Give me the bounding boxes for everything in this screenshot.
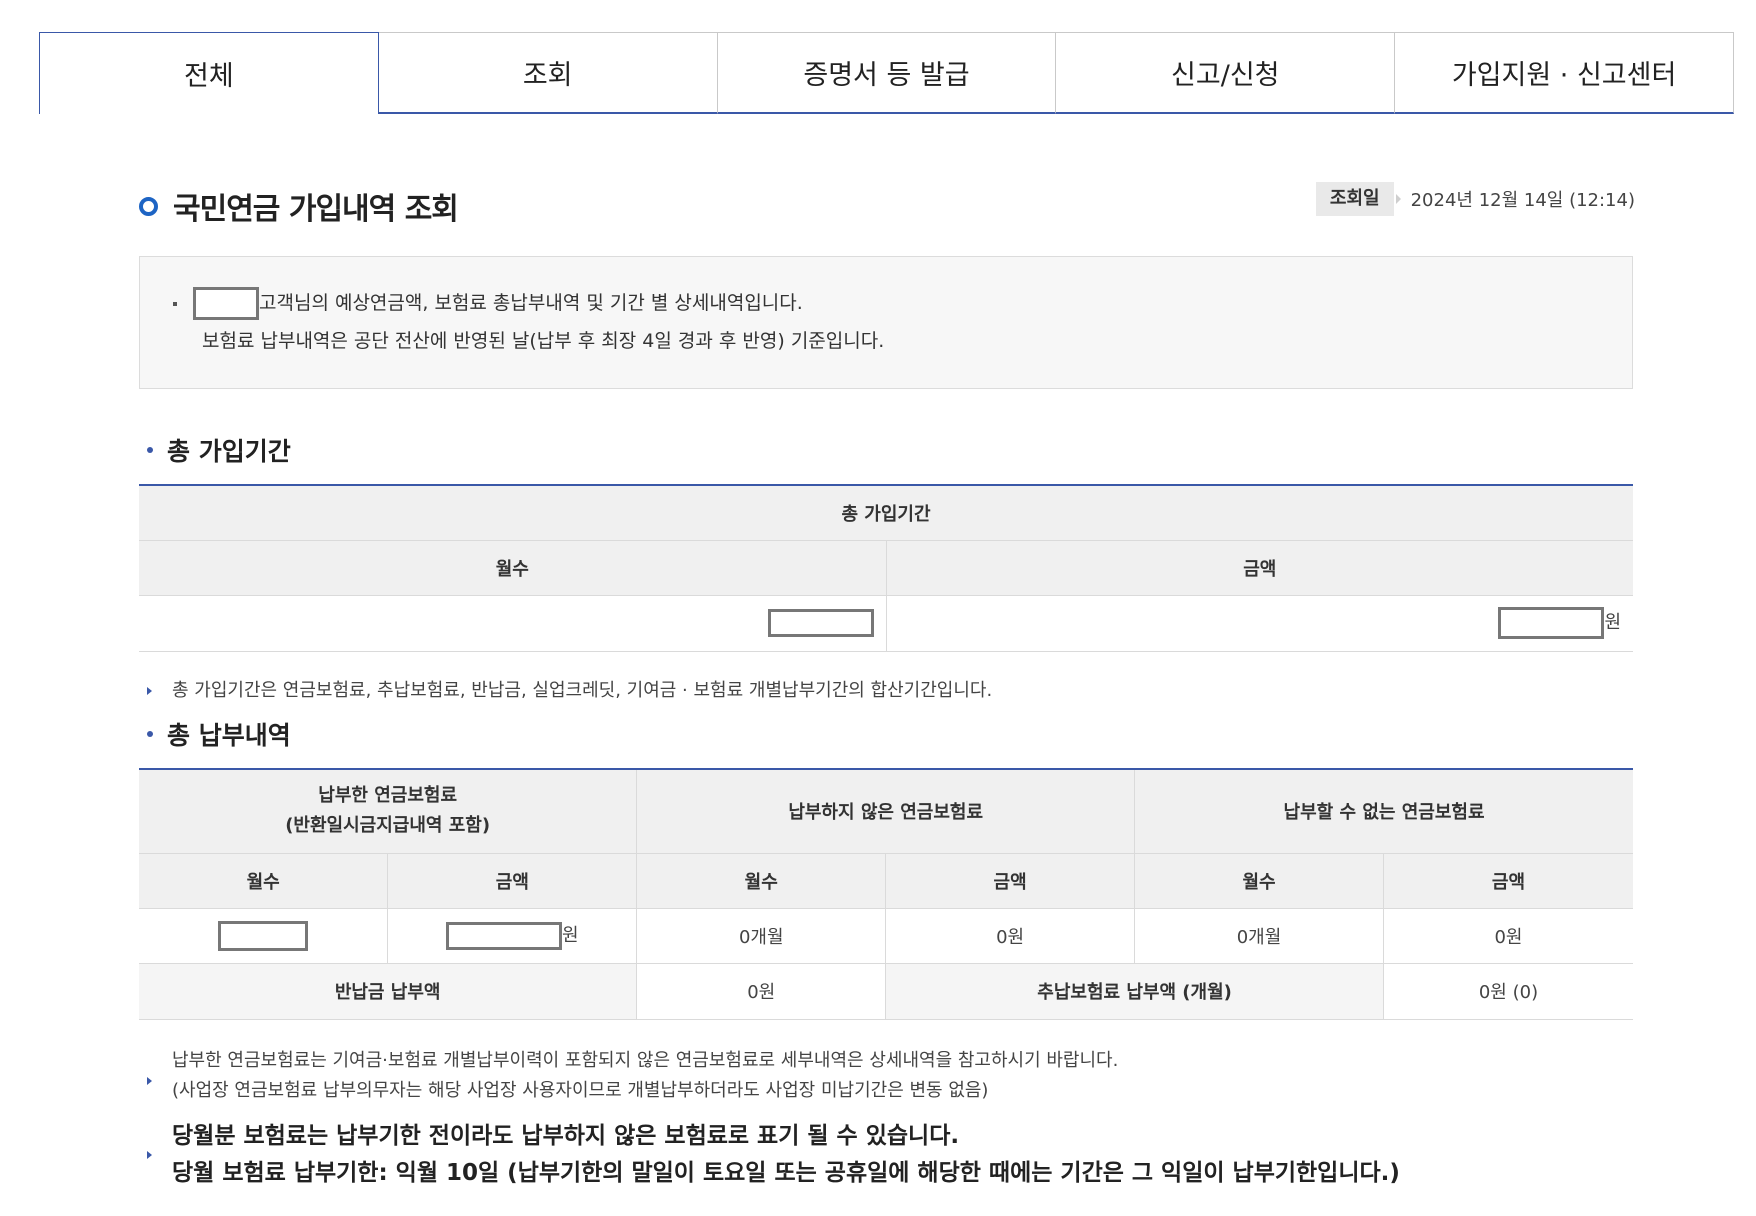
- note-due-date: 당월분 보험료는 납부기한 전이라도 납부하지 않은 보험료로 표기 될 수 있…: [147, 1118, 1400, 1192]
- col-amount: 금액: [1383, 853, 1633, 909]
- bullet-dot-icon: [173, 302, 177, 306]
- section-title: 총 납부내역: [167, 721, 291, 750]
- late-payment-value: 0원 (0): [1383, 963, 1633, 1020]
- table-title: 총 가입기간: [139, 485, 1633, 541]
- redacted-paid-months: [218, 920, 309, 951]
- col-months: 월수: [139, 853, 389, 909]
- refund-value: 0원: [636, 963, 887, 1020]
- note1-line2: (사업장 연금보험료 납부의무자는 해당 사업장 사용자이므로 개별납부하더라도…: [172, 1080, 989, 1101]
- page-title-wrap: 국민연금 가입내역 조회: [139, 184, 459, 228]
- total-period-table: 총 가입기간 월수 금액 원: [139, 484, 1633, 652]
- total-payment-table: 납부한 연금보험료 (반환일시금지급내역 포함) 납부하지 않은 연금보험료 납…: [139, 768, 1633, 1020]
- col-amount: 금액: [885, 853, 1136, 909]
- paid-amount: 원: [387, 908, 638, 964]
- group-paid-line1: 납부한 연금보험료: [318, 785, 458, 807]
- info-box: 고객님의 예상연금액, 보험료 총납부내역 및 기간 별 상세내역입니다. 보험…: [139, 256, 1633, 389]
- unpaid-months: 0개월: [636, 908, 887, 964]
- note2-line2: 당월 보험료 납부기한: 익월 10일 (납부기한의 말일이 토요일 또는 공휴…: [172, 1160, 1400, 1186]
- arrow-right-icon: [147, 687, 152, 695]
- section-total-payment-heading: 총 납부내역: [147, 716, 291, 752]
- redacted-paid-amount: [446, 922, 563, 950]
- amount-unit: 원: [1604, 612, 1621, 633]
- col-months: 월수: [636, 853, 887, 909]
- group-paid: 납부한 연금보험료 (반환일시금지급내역 포함): [139, 769, 638, 854]
- main-tabs: 전체 조회 증명서 등 발급 신고/신청 가입지원 · 신고센터: [39, 32, 1734, 114]
- redacted-name: [193, 287, 259, 320]
- cannot-pay-amount: 0원: [1383, 908, 1633, 964]
- circle-bullet-icon: [139, 197, 158, 216]
- note-text: 총 가입기간은 연금보험료, 추납보험료, 반납금, 실업크레딧, 기여금 · …: [172, 680, 993, 701]
- unpaid-amount: 0원: [885, 908, 1136, 964]
- query-date: 조회일 2024년 12월 14일 (12:14): [1315, 182, 1635, 216]
- info-line-1: 고객님의 예상연금액, 보험료 총납부내역 및 기간 별 상세내역입니다.: [193, 287, 803, 320]
- group-paid-line2: (반환일시금지급내역 포함): [285, 815, 491, 837]
- arrow-right-icon: [147, 1151, 152, 1159]
- page-title: 국민연금 가입내역 조회: [173, 192, 459, 227]
- section-total-period-heading: 총 가입기간: [147, 432, 291, 468]
- note-total-period: 총 가입기간은 연금보험료, 추납보험료, 반납금, 실업크레딧, 기여금 · …: [147, 676, 992, 706]
- col-months: 월수: [139, 540, 887, 596]
- arrow-right-icon: [147, 1077, 152, 1085]
- note-paid-insurance: 납부한 연금보험료는 기여금·보험료 개별납부이력이 포함되지 않은 연금보험료…: [147, 1046, 1118, 1106]
- info-line-2: 보험료 납부내역은 공단 전산에 반영된 날(납부 후 최장 4일 경과 후 반…: [202, 330, 885, 352]
- refund-label: 반납금 납부액: [139, 963, 638, 1020]
- query-date-label: 조회일: [1315, 182, 1394, 216]
- months-value: [139, 595, 887, 652]
- redacted-amount: [1498, 607, 1605, 639]
- note-text: 납부한 연금보험료는 기여금·보험료 개별납부이력이 포함되지 않은 연금보험료…: [172, 1046, 1118, 1106]
- col-months: 월수: [1134, 853, 1384, 909]
- tab-support-center[interactable]: 가입지원 · 신고센터: [1395, 32, 1734, 114]
- tab-inquiry[interactable]: 조회: [378, 32, 718, 114]
- section-title: 총 가입기간: [167, 437, 291, 466]
- tab-report[interactable]: 신고/신청: [1056, 32, 1396, 114]
- cannot-pay-months: 0개월: [1134, 908, 1384, 964]
- amount-unit: 원: [562, 925, 579, 946]
- group-unpaid: 납부하지 않은 연금보험료: [636, 769, 1136, 854]
- amount-value: 원: [886, 595, 1633, 652]
- late-payment-label: 추납보험료 납부액 (개월): [885, 963, 1384, 1020]
- query-date-value: 2024년 12월 14일 (12:14): [1410, 190, 1635, 211]
- bullet-dot-icon: [147, 447, 153, 453]
- info-line-1-text: 고객님의 예상연금액, 보험료 총납부내역 및 기간 별 상세내역입니다.: [259, 292, 803, 314]
- tab-all[interactable]: 전체: [39, 32, 379, 114]
- note-strong: 당월분 보험료는 납부기한 전이라도 납부하지 않은 보험료로 표기 될 수 있…: [172, 1118, 1400, 1192]
- tab-certificate[interactable]: 증명서 등 발급: [717, 32, 1057, 114]
- group-cannot-pay: 납부할 수 없는 연금보험료: [1134, 769, 1633, 854]
- col-amount: 금액: [387, 853, 638, 909]
- redacted-months: [767, 609, 874, 637]
- paid-months: [139, 908, 389, 964]
- arrow-right-icon: [1395, 194, 1401, 204]
- note1-line1: 납부한 연금보험료는 기여금·보험료 개별납부이력이 포함되지 않은 연금보험료…: [172, 1050, 1119, 1071]
- col-amount: 금액: [886, 540, 1633, 596]
- bullet-dot-icon: [147, 731, 153, 737]
- note2-line1: 당월분 보험료는 납부기한 전이라도 납부하지 않은 보험료로 표기 될 수 있…: [172, 1123, 960, 1149]
